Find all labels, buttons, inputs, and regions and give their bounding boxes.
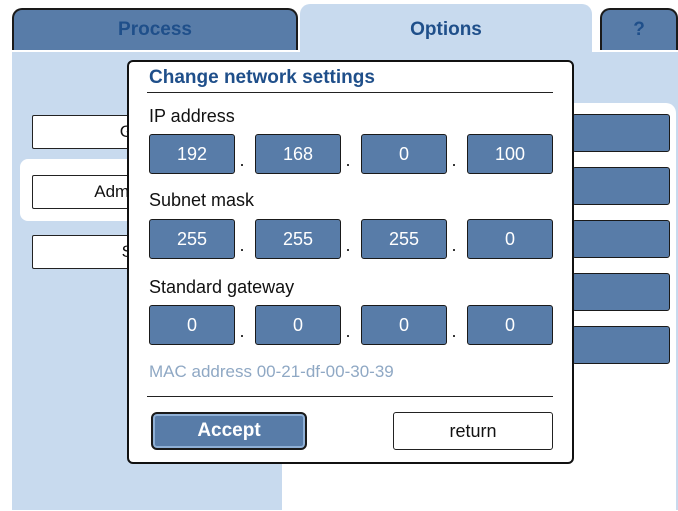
tab-help[interactable]: ? [600, 8, 678, 50]
subnet-octet-4[interactable]: 0 [467, 219, 553, 259]
settings-bar-4[interactable] [572, 273, 670, 311]
network-settings-dialog: Change network settings IP address 192 .… [127, 60, 574, 464]
separator-dot: . [451, 321, 457, 341]
ip-octet-1[interactable]: 192 [149, 134, 235, 174]
separator-dot: . [239, 150, 245, 170]
separator-dot: . [451, 150, 457, 170]
separator-dot: . [345, 321, 351, 341]
gateway-octet-2[interactable]: 0 [255, 305, 341, 345]
subnet-mask-label: Subnet mask [149, 190, 255, 210]
tab-options[interactable]: Options [300, 4, 592, 56]
accept-button[interactable]: Accept [151, 412, 307, 450]
ip-octet-2[interactable]: 168 [255, 134, 341, 174]
title-divider [147, 92, 553, 93]
ip-address-fields: 192 . 168 . 0 . 100 [149, 134, 553, 174]
tab-bar: Process Options ? [0, 0, 678, 56]
subnet-octet-2[interactable]: 255 [255, 219, 341, 259]
settings-bar-1[interactable] [572, 114, 670, 152]
menu-button-admin[interactable]: Admi [32, 175, 142, 209]
subnet-octet-1[interactable]: 255 [149, 219, 235, 259]
ip-octet-3[interactable]: 0 [361, 134, 447, 174]
return-button[interactable]: return [393, 412, 553, 450]
settings-bar-3[interactable] [572, 220, 670, 258]
subnet-mask-fields: 255 . 255 . 255 . 0 [149, 219, 553, 259]
dialog-title: Change network settings [149, 67, 375, 88]
separator-dot: . [345, 150, 351, 170]
standard-gateway-fields: 0 . 0 . 0 . 0 [149, 305, 553, 345]
separator-dot: . [345, 235, 351, 255]
tab-process[interactable]: Process [12, 8, 298, 50]
standard-gateway-label: Standard gateway [149, 277, 295, 297]
ip-address-label: IP address [149, 106, 235, 126]
separator-dot: . [451, 235, 457, 255]
footer-divider [147, 396, 553, 397]
gateway-octet-3[interactable]: 0 [361, 305, 447, 345]
gateway-octet-4[interactable]: 0 [467, 305, 553, 345]
separator-dot: . [239, 235, 245, 255]
settings-bar-5[interactable] [572, 326, 670, 364]
menu-button-s[interactable]: S [32, 235, 142, 269]
mac-address-text: MAC address 00-21-df-00-30-39 [149, 362, 394, 381]
ip-octet-4[interactable]: 100 [467, 134, 553, 174]
gateway-octet-1[interactable]: 0 [149, 305, 235, 345]
settings-bar-2[interactable] [572, 167, 670, 205]
menu-button-g[interactable]: G [32, 115, 142, 149]
subnet-octet-3[interactable]: 255 [361, 219, 447, 259]
separator-dot: . [239, 321, 245, 341]
